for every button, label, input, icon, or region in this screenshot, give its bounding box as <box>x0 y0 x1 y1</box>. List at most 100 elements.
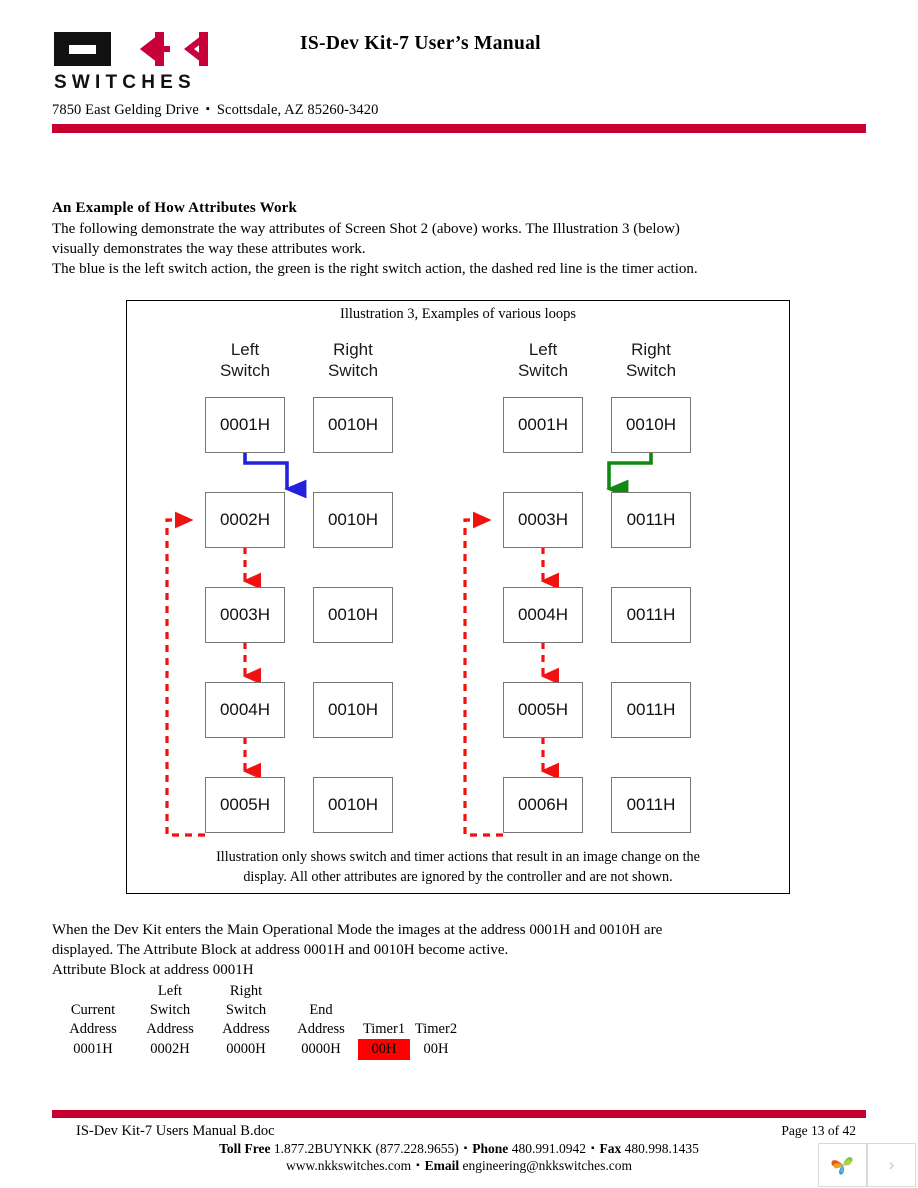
addr-box: 0003H <box>503 492 583 548</box>
header-cell: Left <box>157 983 183 999</box>
addr-box: 0011H <box>611 682 691 738</box>
page-navigation-widget[interactable]: › <box>818 1143 916 1187</box>
table-header-row-2: Current Switch Switch End <box>54 1001 462 1020</box>
addr-box: 0010H <box>313 397 393 453</box>
address-city: Scottsdale, AZ 85260-3420 <box>216 102 379 118</box>
right-switch-arrow-green <box>606 453 653 499</box>
column-header-right-switch-1: Right Switch <box>305 339 401 381</box>
address-separator: ▪ <box>205 103 210 115</box>
table-value-row: 0001H 0002H 0000H 0000H 00H 00H <box>54 1039 462 1060</box>
col-head-line1: Left <box>230 340 260 359</box>
footer-separator: ▪ <box>463 1143 468 1154</box>
addr-box: 0011H <box>611 777 691 833</box>
addr-box: 0011H <box>611 587 691 643</box>
post-line-3: Attribute Block at address 0001H <box>52 962 254 978</box>
svg-text:SWITCHES: SWITCHES <box>54 72 196 93</box>
header-cell: Address <box>222 1021 270 1037</box>
left-switch-arrow-blue <box>243 453 307 499</box>
company-address: 7850 East Gelding Drive ▪ Scottsdale, AZ 8… <box>52 102 378 119</box>
col-head-line2: Switch <box>327 361 379 380</box>
toll-free-label: Toll Free <box>219 1141 271 1156</box>
footer-document-name: IS-Dev Kit-7 Users Manual B.doc <box>76 1123 275 1139</box>
fax-value: 480.998.1435 <box>624 1141 699 1156</box>
fax-label: Fax <box>599 1141 622 1156</box>
email-link[interactable]: engineering@nkkswitches.com <box>463 1158 633 1173</box>
header-cell: Switch <box>225 1002 267 1018</box>
header-cell: Address <box>69 1021 117 1037</box>
addr-box: 0010H <box>313 492 393 548</box>
header-cell: Right <box>229 983 263 999</box>
header-cell: Address <box>146 1021 194 1037</box>
addr-box: 0005H <box>503 682 583 738</box>
addr-box: 0001H <box>205 397 285 453</box>
footer-divider-rule <box>52 1110 866 1118</box>
header-cell: Current <box>70 1002 116 1018</box>
header-cell <box>410 1001 462 1020</box>
col-head-line2: Switch <box>517 361 569 380</box>
footer-contact-line-2: www.nkkswitches.com ▪ Email engineering@nk… <box>0 1158 918 1174</box>
website-link[interactable]: www.nkkswitches.com <box>286 1158 411 1173</box>
value-cell-timer1-highlighted: 00H <box>358 1039 410 1060</box>
post-line-1: When the Dev Kit enters the Main Operati… <box>52 922 663 938</box>
phone-label: Phone <box>472 1141 509 1156</box>
attribute-block-table: Left Right Current Switch Switch End Add… <box>54 982 462 1060</box>
header-cell-timer2: Timer2 <box>414 1021 458 1037</box>
leaf-logo-button[interactable] <box>818 1143 867 1187</box>
header-cell: Address <box>297 1021 345 1037</box>
col-head-line1: Right <box>631 340 671 359</box>
timer1-highlight: 00H <box>358 1039 410 1060</box>
column-header-right-switch-2: Right Switch <box>603 339 699 381</box>
table-header-row-3: Address Address Address Address Timer1 T… <box>54 1020 462 1039</box>
phone-value: 480.991.0942 <box>511 1141 586 1156</box>
footer-separator: ▪ <box>590 1143 595 1154</box>
column-header-left-switch-1: Left Switch <box>197 339 293 381</box>
col-head-line2: Switch <box>219 361 271 380</box>
header-cell <box>54 982 132 1001</box>
header-cell: End <box>309 1002 333 1018</box>
value-cell-current-address: 0001H <box>73 1041 113 1057</box>
header-cell <box>358 1001 410 1020</box>
addr-box: 0010H <box>313 777 393 833</box>
addr-box: 0001H <box>503 397 583 453</box>
addr-box: 0003H <box>205 587 285 643</box>
col-head-line1: Right <box>333 340 373 359</box>
post-line-2: displayed. The Attribute Block at addres… <box>52 942 509 958</box>
addr-box: 0011H <box>611 492 691 548</box>
caption-line-1: Illustration only shows switch and timer… <box>216 849 700 865</box>
header-cell: Switch <box>149 1002 191 1018</box>
intro-paragraph: The following demonstrate the way attrib… <box>52 219 752 279</box>
column-header-left-switch-2: Left Switch <box>495 339 591 381</box>
value-cell-timer2: 00H <box>423 1041 449 1057</box>
value-cell-right-switch-address: 0000H <box>226 1041 266 1057</box>
col-head-line2: Switch <box>625 361 677 380</box>
footer-contact-line-1: Toll Free 1.877.2BUYNKK (877.228.9655) ▪ P… <box>0 1141 918 1157</box>
addr-box: 0002H <box>205 492 285 548</box>
email-label: Email <box>424 1158 460 1173</box>
header-cell <box>358 982 410 1001</box>
value-cell-end-address: 0000H <box>301 1041 341 1057</box>
addr-box: 0005H <box>205 777 285 833</box>
value-cell-left-switch-address: 0002H <box>150 1041 190 1057</box>
caption-line-2: display. All other attributes are ignore… <box>243 869 673 885</box>
illustration-3-frame: Illustration 3, Examples of various loop… <box>126 300 790 894</box>
table-header-row-1: Left Right <box>54 982 462 1001</box>
header-divider-rule <box>52 124 866 133</box>
next-page-button[interactable]: › <box>867 1143 916 1187</box>
intro-line-3: The blue is the left switch action, the … <box>52 261 698 277</box>
section-heading: An Example of How Attributes Work <box>52 200 298 216</box>
col-head-line1: Left <box>528 340 558 359</box>
header-cell <box>410 982 462 1001</box>
page-title: IS-Dev Kit-7 User’s Manual <box>300 33 541 54</box>
header-cell-timer1: Timer1 <box>362 1021 406 1037</box>
addr-box: 0004H <box>503 587 583 643</box>
footer-page-number: Page 13 of 42 <box>781 1123 856 1138</box>
leaf-logo-icon <box>830 1157 853 1175</box>
illustration-caption: Illustration only shows switch and timer… <box>127 847 789 887</box>
addr-box: 0006H <box>503 777 583 833</box>
intro-line-2: visually demonstrates the way these attr… <box>52 241 366 257</box>
nkk-logo: SWITCHES <box>52 22 214 94</box>
address-street: 7850 East Gelding Drive <box>52 102 199 118</box>
illustration-title: Illustration 3, Examples of various loop… <box>340 306 576 322</box>
header-cell <box>284 982 358 1001</box>
toll-free-value: 1.877.2BUYNKK (877.228.9655) <box>273 1141 459 1156</box>
